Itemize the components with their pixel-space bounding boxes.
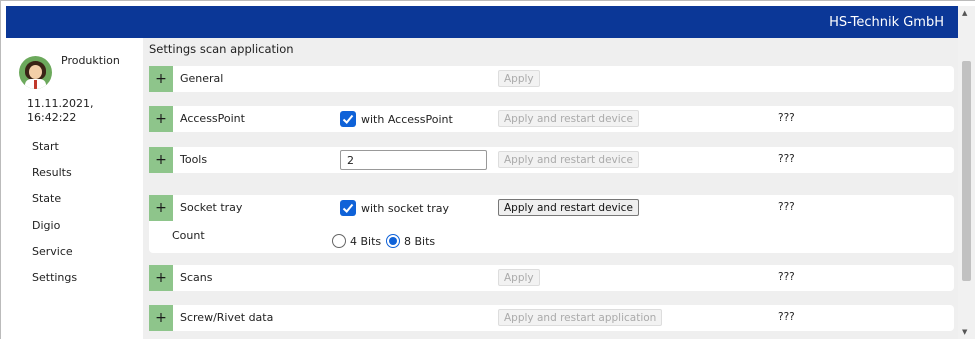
- expand-tools-button[interactable]: +: [149, 147, 173, 173]
- checkbox-label: with AccessPoint: [361, 113, 453, 126]
- section-label: Tools: [180, 153, 208, 166]
- expand-socket-tray-button[interactable]: +: [149, 195, 173, 221]
- page-title: Settings scan application: [149, 42, 294, 56]
- section-scans: + Scans Apply ???: [149, 265, 954, 291]
- count-label: Count: [172, 229, 205, 242]
- header-bar: HS-Technik GmbH: [6, 6, 958, 38]
- main-panel: Settings scan application + General Appl…: [143, 38, 958, 339]
- sidebar-item-settings[interactable]: Settings: [32, 271, 77, 284]
- section-label: Socket tray: [180, 201, 243, 214]
- sidebar: Produktion 11.11.2021, 16:42:22 Start Re…: [6, 38, 143, 339]
- status-text: ???: [778, 201, 795, 213]
- checkmark-icon: [342, 203, 354, 213]
- expand-scans-button[interactable]: +: [149, 265, 173, 291]
- time-text: 16:42:22: [27, 111, 77, 124]
- expand-screw-rivet-button[interactable]: +: [149, 305, 173, 331]
- sidebar-item-digio[interactable]: Digio: [32, 219, 60, 232]
- status-text: ???: [778, 153, 795, 165]
- sidebar-item-state[interactable]: State: [32, 192, 61, 205]
- count-subrow: Count 4 Bits 8 Bits: [149, 222, 954, 253]
- section-accesspoint: + AccessPoint with AccessPoint Apply and…: [149, 106, 954, 132]
- section-label: General: [180, 72, 224, 85]
- section-tools: + Tools 2 Apply and restart device ???: [149, 147, 954, 173]
- section-label: Scans: [180, 271, 213, 284]
- apply-restart-device-button[interactable]: Apply and restart device: [498, 151, 639, 168]
- status-text: ???: [778, 112, 795, 124]
- sidebar-item-start[interactable]: Start: [32, 140, 59, 153]
- scroll-down-icon[interactable]: ▼: [962, 328, 967, 336]
- radio-label-4-bits: 4 Bits: [350, 235, 382, 248]
- checkmark-icon: [342, 114, 354, 124]
- vertical-scrollbar[interactable]: ▲ ▼: [958, 6, 975, 339]
- apply-button[interactable]: Apply: [498, 269, 540, 286]
- tools-count-input[interactable]: 2: [340, 150, 487, 170]
- datetime: 11.11.2021, 16:42:22: [27, 97, 127, 125]
- sidebar-item-service[interactable]: Service: [32, 245, 73, 258]
- date-text: 11.11.2021,: [27, 97, 94, 110]
- accesspoint-checkbox[interactable]: [340, 111, 356, 127]
- radio-8-bits[interactable]: [386, 234, 400, 248]
- apply-restart-application-button[interactable]: Apply and restart application: [498, 309, 663, 326]
- company-name: HS-Technik GmbH: [829, 15, 944, 30]
- section-screw-rivet-data: + Screw/Rivet data Apply and restart app…: [149, 305, 954, 331]
- socket-tray-checkbox[interactable]: [340, 200, 356, 216]
- apply-restart-device-button[interactable]: Apply and restart device: [498, 199, 639, 216]
- expand-accesspoint-button[interactable]: +: [149, 106, 173, 132]
- apply-button[interactable]: Apply: [498, 70, 540, 87]
- section-general: + General Apply: [149, 66, 954, 92]
- radio-label-8-bits: 8 Bits: [404, 235, 436, 248]
- radio-4-bits[interactable]: [332, 234, 346, 248]
- sidebar-item-results[interactable]: Results: [32, 166, 72, 179]
- status-text: ???: [778, 271, 795, 283]
- status-text: ???: [778, 311, 795, 323]
- scroll-thumb[interactable]: [962, 61, 971, 281]
- scroll-up-icon[interactable]: ▲: [962, 9, 967, 17]
- checkbox-label: with socket tray: [361, 202, 449, 215]
- avatar[interactable]: [19, 56, 52, 89]
- expand-general-button[interactable]: +: [149, 66, 173, 92]
- section-label: AccessPoint: [180, 112, 245, 125]
- apply-restart-device-button[interactable]: Apply and restart device: [498, 110, 639, 127]
- section-label: Screw/Rivet data: [180, 311, 274, 324]
- user-name: Produktion: [61, 54, 120, 67]
- section-socket-tray: + Socket tray with socket tray Apply and…: [149, 195, 954, 253]
